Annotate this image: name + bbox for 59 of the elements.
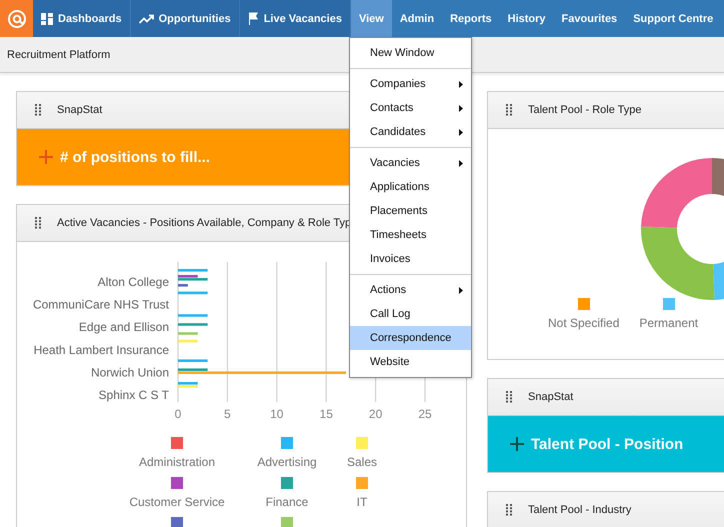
drag-handle-icon[interactable]: [506, 104, 512, 116]
menu-item[interactable]: Correspondence: [350, 326, 471, 350]
legend-label: Administration: [138, 455, 216, 469]
drag-handle-icon[interactable]: [35, 217, 41, 229]
dashboard-grid-icon: [41, 12, 53, 24]
drag-handle-icon[interactable]: [506, 391, 512, 403]
axis-tick-label: 10: [270, 407, 284, 421]
drag-handle-icon[interactable]: [506, 504, 512, 516]
menu-item[interactable]: Call Log: [350, 302, 471, 326]
menu-item[interactable]: Companies: [350, 72, 471, 96]
nav-menu-item[interactable]: Favourites: [554, 0, 626, 37]
panel-title: Talent Pool - Role Type: [528, 104, 642, 116]
menu-item[interactable]: New Window: [350, 41, 471, 65]
drag-handle-icon[interactable]: [35, 104, 41, 116]
menu-item[interactable]: Contacts: [350, 96, 471, 120]
submenu-arrow-icon: [459, 80, 463, 88]
menu-item[interactable]: Invoices: [350, 247, 471, 271]
axis-tick-label: 25: [418, 407, 432, 421]
category-label: Alton College: [98, 275, 169, 289]
nav-menu-item[interactable]: History: [500, 0, 554, 37]
menu-item[interactable]: Placements: [350, 199, 471, 223]
axis-tick-label: 0: [174, 407, 182, 421]
page-title: Recruitment Platform: [7, 48, 110, 60]
submenu-arrow-icon: [459, 104, 463, 112]
nav-menu-item[interactable]: Dashboards: [33, 0, 131, 37]
trend-line-icon: [138, 14, 154, 24]
nav-menu-item[interactable]: Opportunities: [130, 0, 240, 37]
axis-tick-label: 5: [224, 407, 231, 421]
panel-title: Talent Pool - Industry: [528, 504, 632, 516]
logo-icon[interactable]: [0, 0, 33, 37]
legend-label: Not Specified: [548, 316, 620, 330]
menu-item[interactable]: Actions: [350, 278, 471, 302]
nav-menu-item[interactable]: Reports: [442, 0, 500, 37]
nav-menu-item[interactable]: Live Vacancies: [240, 0, 351, 37]
submenu-arrow-icon: [459, 286, 463, 294]
legend-label: Finance: [266, 495, 308, 509]
category-label: Edge and Ellison: [78, 320, 169, 334]
axis-tick-label: 20: [368, 407, 382, 421]
legend-label: Customer Service: [129, 495, 225, 509]
legend-label: IT: [356, 495, 368, 509]
legend-label: Advertising: [257, 455, 317, 469]
submenu-arrow-icon: [459, 160, 463, 166]
submenu-arrow-icon: [459, 128, 463, 136]
category-label: Sphinx C S T: [98, 388, 169, 402]
legend-label: Sales: [346, 455, 378, 469]
axis-tick-label: 15: [320, 407, 333, 421]
flag-icon: [248, 12, 259, 25]
menu-item[interactable]: Timesheets: [350, 223, 471, 247]
nav-menu-item[interactable]: Support Centre: [625, 0, 722, 37]
category-label: CommuniCare NHS Trust: [32, 298, 169, 312]
nav-menu-item[interactable]: Admin: [392, 0, 442, 37]
menu-item[interactable]: Website: [350, 350, 471, 374]
plus-icon: [39, 150, 53, 164]
plus-icon: [510, 437, 524, 451]
category-label: Norwich Union: [90, 365, 169, 380]
category-label: Heath Lambert Insurance: [34, 342, 169, 357]
panel-title: SnapStat: [57, 104, 102, 116]
legend-label: Permanent: [639, 316, 698, 330]
panel-title: SnapStat: [528, 391, 574, 403]
